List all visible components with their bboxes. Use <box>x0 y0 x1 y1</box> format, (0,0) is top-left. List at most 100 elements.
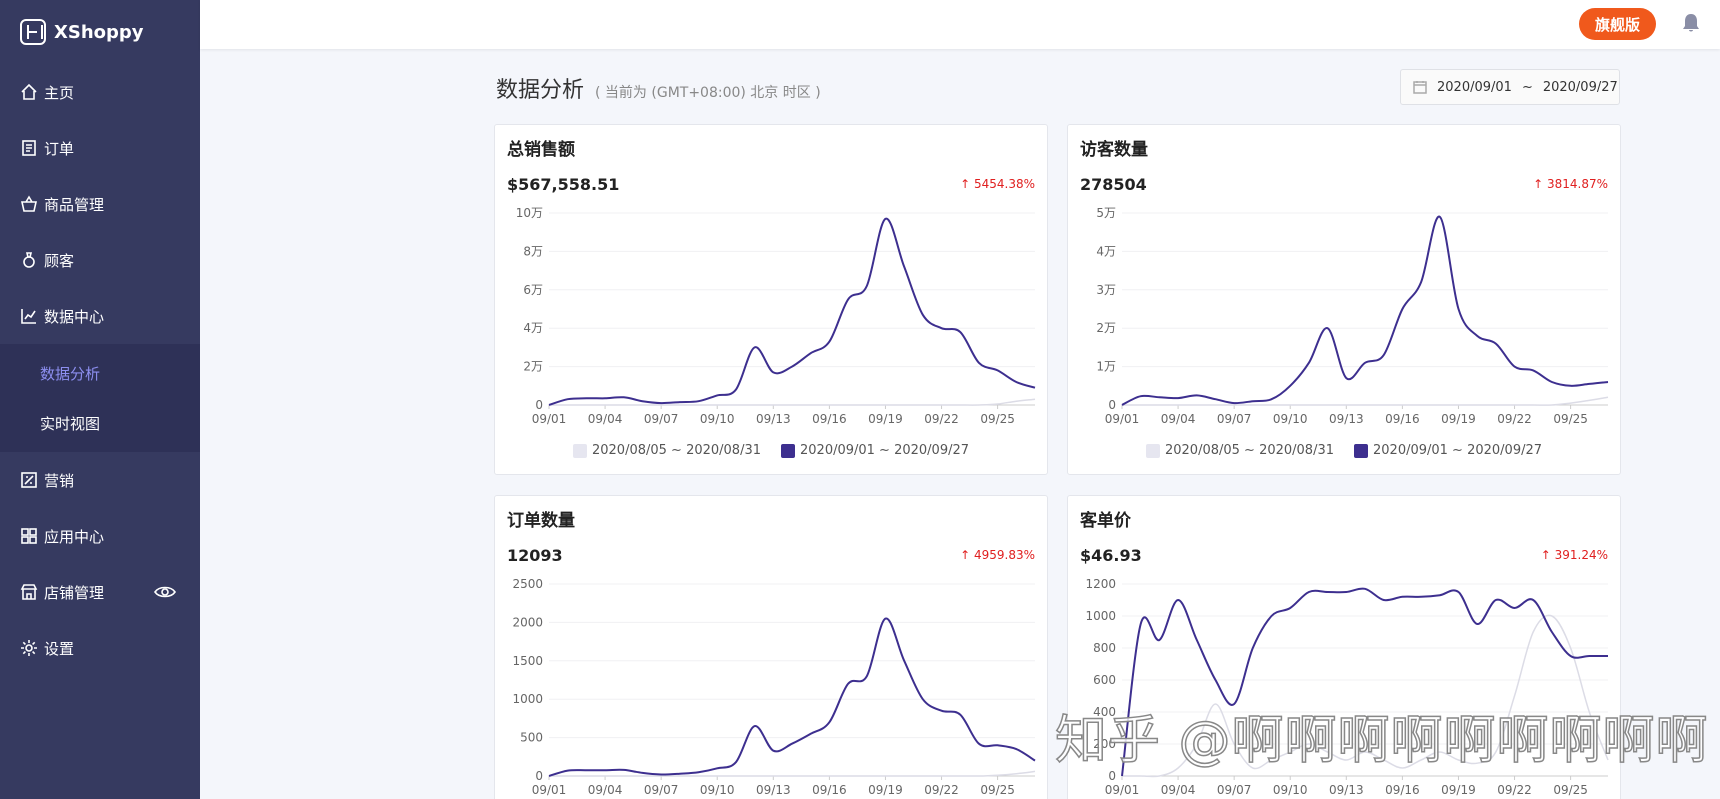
order-icon <box>20 139 38 157</box>
sidebar-item-apps[interactable]: 应用中心 <box>0 508 200 564</box>
sidebar-item-label: 店铺管理 <box>44 583 105 602</box>
date-start: 2020/09/01 <box>1437 79 1512 95</box>
x-tick-label: 09/25 <box>1553 783 1588 797</box>
sidebar-subitem-realtime[interactable]: 实时视图 <box>0 398 200 448</box>
page-title-text: 数据分析 <box>496 78 585 103</box>
x-tick-label: 09/04 <box>1161 783 1196 797</box>
sidebar-subitem-analytics[interactable]: 数据分析 <box>0 348 200 398</box>
card-title: 订单数量 <box>507 511 575 531</box>
x-tick-label: 09/01 <box>532 783 567 797</box>
page-title: 数据分析 ( 当前为 (GMT+08:00) 北京 时区 ) <box>496 72 821 104</box>
y-tick-label: 5万 <box>1096 206 1116 220</box>
card-orders: 订单数量 12093 ↑ 4959.83% 0 500 1000 1500 2000 25… <box>494 495 1048 799</box>
x-tick-label: 09/10 <box>700 412 735 426</box>
x-tick-label: 09/22 <box>924 783 959 797</box>
sidebar-item-marketing[interactable]: 营销 <box>0 452 200 508</box>
card-growth: ↑ 4959.83% <box>960 548 1035 562</box>
top-bar: 旗舰版 <box>200 0 1720 49</box>
x-tick-label: 09/16 <box>1385 412 1420 426</box>
x-tick-label: 09/07 <box>644 412 679 426</box>
card-value: $46.93 <box>1080 546 1142 565</box>
marketing-icon <box>20 471 38 489</box>
home-icon <box>20 83 38 101</box>
x-tick-label: 09/13 <box>756 783 791 797</box>
x-tick-label: 09/16 <box>1385 783 1420 797</box>
x-tick-label: 09/01 <box>1105 783 1140 797</box>
sidebar-item-store[interactable]: 店铺管理 <box>0 564 200 620</box>
legend-item-current[interactable]: 2020/09/01 ~ 2020/09/27 <box>1354 443 1542 458</box>
apps-icon <box>20 527 38 545</box>
sidebar-item-label: 商品管理 <box>44 195 105 214</box>
sidebar-item-label: 数据中心 <box>44 307 105 326</box>
x-tick-label: 09/10 <box>700 783 735 797</box>
logo-icon <box>20 19 46 45</box>
sidebar-item-orders[interactable]: 订单 <box>0 120 200 176</box>
legend-label: 2020/08/05 ~ 2020/08/31 <box>591 443 761 458</box>
chart-total-sales: 0 2万 4万 6万 8万 10万 09/01 09/04 09/07 09/10 09/13 09/… <box>516 206 1036 426</box>
x-tick-label: 09/22 <box>1497 412 1532 426</box>
card-title: 访客数量 <box>1080 140 1148 160</box>
y-tick-label: 2500 <box>512 577 543 591</box>
sidebar-item-products[interactable]: 商品管理 <box>0 176 200 232</box>
y-tick-label: 1500 <box>512 654 543 668</box>
sidebar-item-settings[interactable]: 设置 <box>0 620 200 676</box>
y-tick-label: 1200 <box>1085 577 1116 591</box>
store-icon <box>20 583 38 601</box>
legend-item-compare[interactable]: 2020/08/05 ~ 2020/08/31 <box>572 443 761 458</box>
x-tick-label: 09/25 <box>980 783 1015 797</box>
y-tick-label: 6万 <box>523 283 543 297</box>
plan-badge[interactable]: 旗舰版 <box>1578 8 1656 40</box>
date-range-picker[interactable]: 2020/09/01 ~ 2020/09/27 <box>1400 69 1620 105</box>
x-tick-label: 09/01 <box>1105 412 1140 426</box>
x-tick-label: 09/19 <box>868 412 903 426</box>
sidebar-item-label: 顾客 <box>44 251 75 270</box>
card-value: $567,558.51 <box>507 175 620 194</box>
legend-label: 2020/09/01 ~ 2020/09/27 <box>800 443 970 458</box>
sidebar-item-customers[interactable]: 顾客 <box>0 232 200 288</box>
y-tick-label: 0 <box>535 769 543 783</box>
card-title: 客单价 <box>1080 511 1131 531</box>
y-tick-label: 4万 <box>1096 244 1116 258</box>
brand-name: XShoppy <box>54 21 144 43</box>
sidebar-item-data-center[interactable]: 数据中心 <box>0 288 200 344</box>
card-value: 12093 <box>507 546 563 565</box>
legend-item-compare[interactable]: 2020/08/05 ~ 2020/08/31 <box>1145 443 1334 458</box>
y-tick-label: 2万 <box>1096 321 1116 335</box>
x-tick-label: 09/19 <box>1441 783 1476 797</box>
x-tick-label: 09/22 <box>1497 783 1532 797</box>
brand[interactable]: XShoppy <box>0 0 200 64</box>
y-tick-label: 4万 <box>523 321 543 335</box>
gear-icon <box>20 639 38 657</box>
x-tick-label: 09/07 <box>1217 412 1252 426</box>
calendar-icon <box>1413 80 1427 94</box>
customer-icon <box>20 251 38 269</box>
x-tick-label: 09/16 <box>812 412 847 426</box>
sidebar: XShoppy 主页 订单 商品管理 顾客 数据中心 数据分析 实时视图 营销 … <box>0 0 200 799</box>
timezone-note: ( 当前为 (GMT+08:00) 北京 时区 ) <box>595 85 821 101</box>
legend-swatch <box>1354 443 1368 458</box>
x-tick-label: 09/13 <box>756 412 791 426</box>
series-line-compare <box>1121 396 1609 406</box>
legend-item-current[interactable]: 2020/09/01 ~ 2020/09/27 <box>781 443 969 458</box>
sidebar-item-label: 营销 <box>44 471 75 490</box>
x-tick-label: 09/16 <box>812 783 847 797</box>
card-title: 总销售额 <box>507 140 575 160</box>
legend-swatch <box>572 443 587 458</box>
x-tick-label: 09/19 <box>1441 412 1476 426</box>
x-tick-label: 09/04 <box>588 783 623 797</box>
date-separator: ~ <box>1521 79 1533 95</box>
x-tick-label: 09/04 <box>588 412 623 426</box>
watermark: 知乎 @啊啊啊啊啊啊啊啊啊 <box>1054 710 1709 772</box>
y-tick-label: 600 <box>1093 673 1116 687</box>
x-tick-label: 09/13 <box>1329 412 1364 426</box>
chart-icon <box>20 307 38 325</box>
bell-icon[interactable] <box>1680 12 1702 34</box>
series-line-compare <box>548 770 1036 777</box>
legend-label: 2020/09/01 ~ 2020/09/27 <box>1373 443 1543 458</box>
chart-orders: 0 500 1000 1500 2000 2500 09/01 09/04 09/07 09/10… <box>512 577 1036 797</box>
sidebar-item-home[interactable]: 主页 <box>0 64 200 120</box>
series-line-current <box>1121 215 1609 406</box>
x-tick-label: 09/10 <box>1273 783 1308 797</box>
eye-icon[interactable] <box>154 583 176 605</box>
series-line-current <box>548 217 1036 406</box>
